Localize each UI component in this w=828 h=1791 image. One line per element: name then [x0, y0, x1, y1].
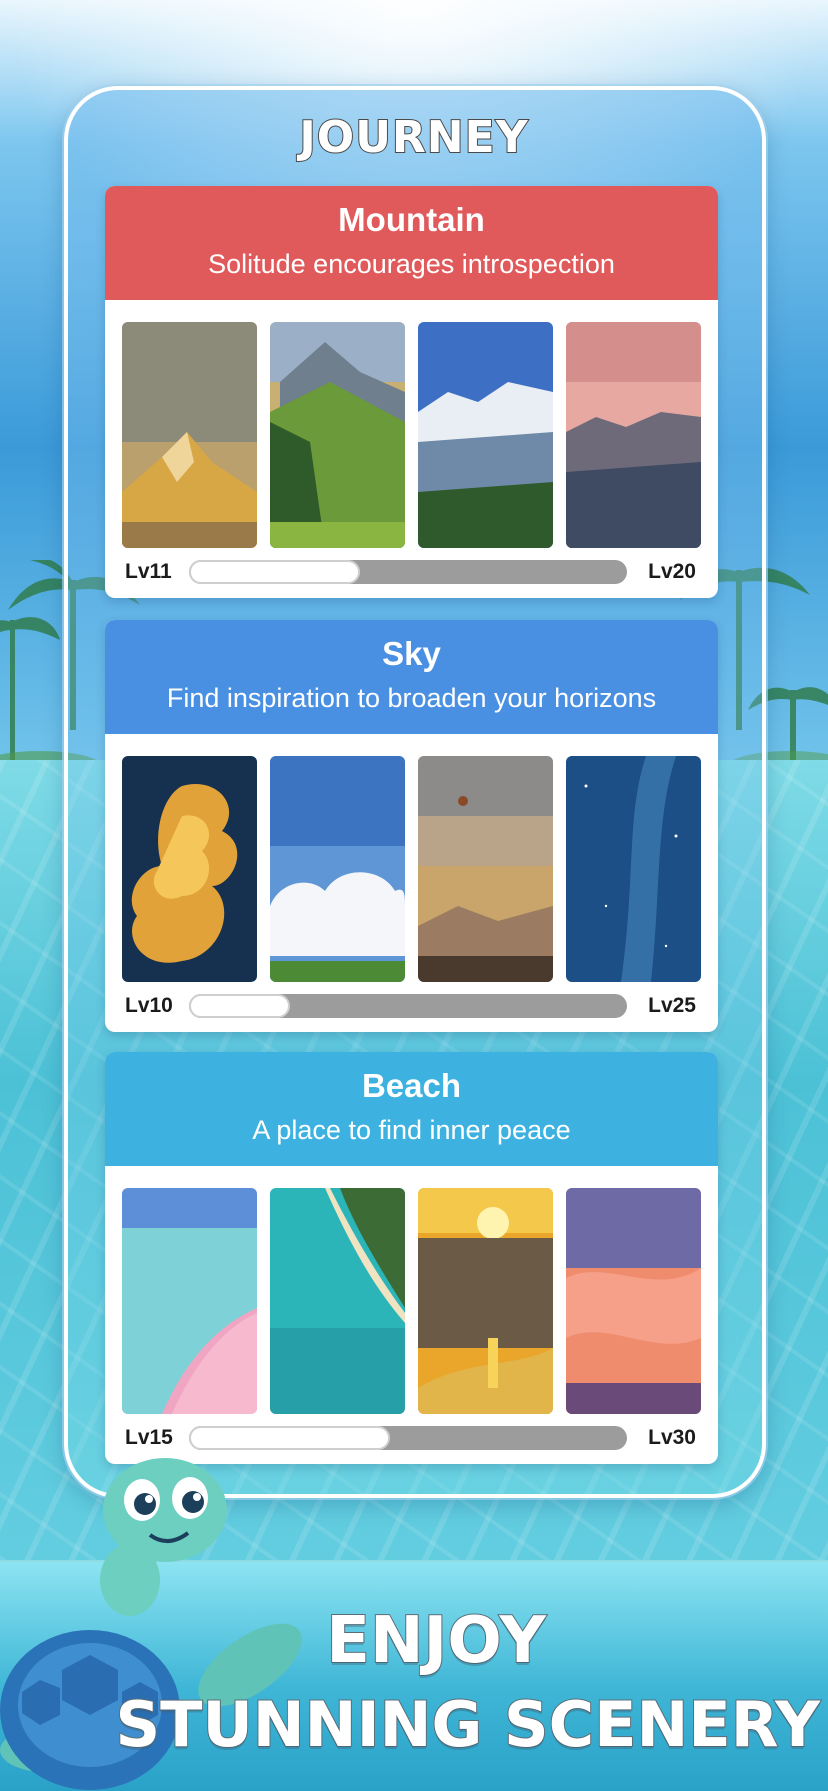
- card-header: Sky Find inspiration to broaden your hor…: [105, 620, 718, 734]
- journey-card-mountain[interactable]: Mountain Solitude encourages introspecti…: [105, 186, 718, 598]
- journey-card-beach[interactable]: Beach A place to find inner peace Lv15 L…: [105, 1052, 718, 1464]
- scene-gallery: [122, 322, 702, 548]
- hot-air-balloon-sky-image[interactable]: [418, 756, 553, 982]
- card-subtitle: A place to find inner peace: [252, 1115, 571, 1145]
- progress-fill: [189, 560, 360, 584]
- progress-fill: [189, 994, 290, 1018]
- pink-sand-beach-image[interactable]: [122, 1188, 257, 1414]
- card-header: Mountain Solitude encourages introspecti…: [105, 186, 718, 300]
- level-end-label: Lv30: [648, 1426, 696, 1449]
- white-clouds-meadow-image[interactable]: [270, 756, 405, 982]
- level-start-label: Lv10: [125, 994, 173, 1017]
- card-subtitle: Solitude encourages introspection: [208, 249, 615, 279]
- promo-headline-line2: STUNNING SCENERY: [115, 1687, 822, 1762]
- scene-gallery: [122, 1188, 702, 1414]
- card-title: Mountain: [338, 201, 485, 238]
- promo-headline-line1: ENJOY: [325, 1603, 547, 1679]
- level-end-label: Lv20: [648, 560, 696, 583]
- card-title: Beach: [361, 1067, 462, 1104]
- green-alpine-valley-image[interactable]: [270, 322, 405, 548]
- level-end-label: Lv25: [648, 994, 696, 1017]
- sea-sunset-image[interactable]: [418, 1188, 553, 1414]
- scene-gallery: [122, 756, 702, 982]
- card-title: Sky: [382, 635, 441, 672]
- golden-peak-image[interactable]: [122, 322, 257, 548]
- journey-card-sky[interactable]: Sky Find inspiration to broaden your hor…: [105, 620, 718, 1032]
- journey-title: JOURNEY: [298, 111, 529, 164]
- pink-dusk-mountains-image[interactable]: [566, 322, 701, 548]
- level-start-label: Lv11: [125, 560, 172, 583]
- milky-way-image[interactable]: [566, 756, 701, 982]
- snowy-range-image[interactable]: [418, 322, 553, 548]
- card-header: Beach A place to find inner peace: [105, 1052, 718, 1166]
- golden-storm-cloud-image[interactable]: [122, 756, 257, 982]
- turquoise-coast-aerial-image[interactable]: [270, 1188, 405, 1414]
- card-subtitle: Find inspiration to broaden your horizon…: [166, 683, 657, 713]
- sunset-sky-image[interactable]: [566, 1188, 701, 1414]
- progress-bar: [189, 560, 627, 584]
- progress-bar: [189, 994, 627, 1018]
